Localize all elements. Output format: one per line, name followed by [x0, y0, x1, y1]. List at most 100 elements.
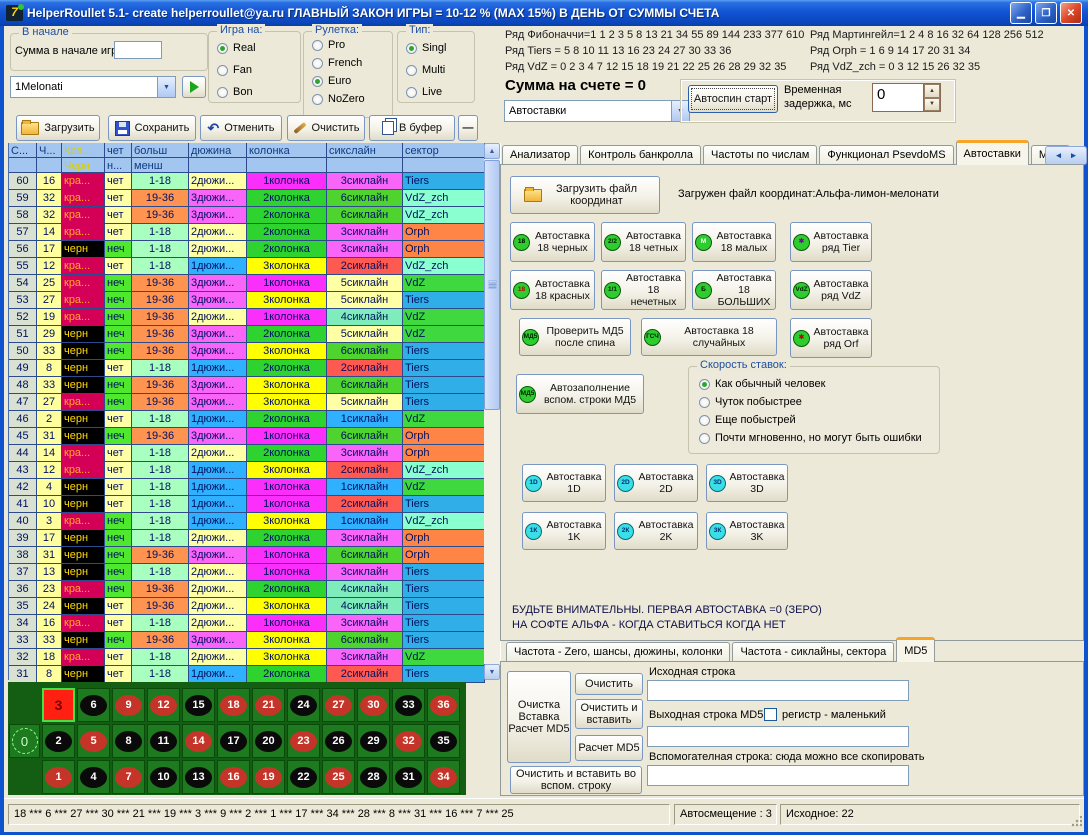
md5-clear-paste-button[interactable]: Очистить и вставить: [575, 699, 643, 729]
board-cell-9[interactable]: 9: [112, 688, 145, 722]
table-row[interactable]: 462чернчет1-181дюжи...2колонка1сиклайнVd…: [9, 411, 485, 428]
b2k-button[interactable]: 2КАвтоставка 2K: [614, 512, 698, 550]
board-cell-28[interactable]: 28: [357, 760, 390, 794]
table-row[interactable]: 5714кра...чет1-182дюжи...2колонка3сиклай…: [9, 224, 485, 241]
column-header[interactable]: [247, 158, 327, 173]
table-row[interactable]: 5219кра...неч19-362дюжи...1колонка4сикла…: [9, 309, 485, 326]
board-cell-26[interactable]: 26: [322, 724, 355, 758]
table-row[interactable]: 5932кра...чет19-363дюжи...2колонка6сикла…: [9, 190, 485, 207]
board-cell-8[interactable]: 8: [112, 724, 145, 758]
btier-button[interactable]: ✱Автоставка ряд Tier: [790, 222, 872, 262]
board-cell-34[interactable]: 34: [427, 760, 460, 794]
column-header[interactable]: сектор: [403, 143, 485, 158]
board-cell-21[interactable]: 21: [252, 688, 285, 722]
b18even-button[interactable]: 2/2Автоставка 18 четных: [601, 222, 686, 262]
table-row[interactable]: 4531черннеч19-363дюжи...1колонка6сиклайн…: [9, 428, 485, 445]
board-cell-25[interactable]: 25: [322, 760, 355, 794]
board-cell-24[interactable]: 24: [287, 688, 320, 722]
table-row[interactable]: 424чернчет1-181дюжи...1колонка1сиклайнVd…: [9, 479, 485, 496]
board-cell-6[interactable]: 6: [77, 688, 110, 722]
table-row[interactable]: 318чернчет1-181дюжи...2колонка2сиклайнTi…: [9, 666, 485, 683]
column-header[interactable]: [37, 158, 62, 173]
md5-clear-button[interactable]: Очистить: [575, 673, 643, 695]
table-row[interactable]: 4110чернчет1-181дюжи...1колонка2сиклайнT…: [9, 496, 485, 513]
b18big-button[interactable]: БАвтоставка 18 БОЛЬШИХ: [692, 270, 776, 310]
radio-euro[interactable]: Euro: [312, 75, 351, 87]
table-row[interactable]: 5129черннеч19-363дюжи...2колонка5сиклайн…: [9, 326, 485, 343]
table-row[interactable]: 5617черннеч1-182дюжи...2колонка3сиклайнO…: [9, 241, 485, 258]
clear-button[interactable]: Очистить: [287, 115, 365, 141]
table-scroll-up[interactable]: ▲: [484, 143, 500, 159]
column-header[interactable]: менш: [132, 158, 189, 173]
save-button[interactable]: Сохранить: [108, 115, 196, 141]
radio-fan[interactable]: Fan: [217, 64, 252, 76]
table-row[interactable]: 3713черннеч1-182дюжи...1колонка3сиклайнT…: [9, 564, 485, 581]
board-cell-30[interactable]: 30: [357, 688, 390, 722]
md5-big-button[interactable]: Очистка Вставка Расчет MD5: [507, 671, 571, 763]
board-cell-33[interactable]: 33: [392, 688, 425, 722]
column-header[interactable]: Кра...: [62, 143, 105, 158]
tab-scroll-right-icon[interactable]: ▸: [1071, 150, 1076, 161]
md5-source-input[interactable]: [647, 680, 909, 701]
table-scroll-down[interactable]: ▼: [484, 664, 500, 680]
table-row[interactable]: 4414кра...чет1-182дюжи...2колонка3сиклай…: [9, 445, 485, 462]
board-cell-17[interactable]: 17: [217, 724, 250, 758]
radio-real[interactable]: Real: [217, 42, 256, 54]
b1k-button[interactable]: 1КАвтоставка 1K: [522, 512, 606, 550]
b2d-button[interactable]: 2DАвтоставка 2D: [614, 464, 698, 502]
radio-еще-побыстрей[interactable]: Еще побыстрей: [699, 414, 796, 426]
board-cell-23[interactable]: 23: [287, 724, 320, 758]
table-row[interactable]: 3333черннеч19-363дюжи...3колонка6сиклайн…: [9, 632, 485, 649]
undo-button[interactable]: ↶ Отменить: [200, 115, 282, 141]
board-cell-22[interactable]: 22: [287, 760, 320, 794]
minus-button[interactable]: —: [458, 115, 478, 141]
copy-to-buffer-button[interactable]: В буфер: [369, 115, 455, 141]
b1d-button[interactable]: 1DАвтоставка 1D: [522, 464, 606, 502]
table-row[interactable]: 403кра...неч1-181дюжи...3колонка1сиклайн…: [9, 513, 485, 530]
chevron-down-icon[interactable]: ▼: [157, 77, 175, 97]
column-header[interactable]: [9, 158, 37, 173]
tab-автоставки[interactable]: Автоставки: [956, 140, 1029, 165]
tab-функционал-psevdoms[interactable]: Функционал PsevdoMS: [819, 145, 953, 165]
spinner-up-icon[interactable]: ▲: [924, 84, 940, 98]
md5-clear-paste-aux-button[interactable]: Очистить и вставить во вспом. строку: [510, 766, 642, 794]
column-header[interactable]: [189, 158, 247, 173]
borf-button[interactable]: ✱Автоставка ряд Orf: [790, 318, 872, 358]
table-row[interactable]: 3623кра...неч19-362дюжи...2колонка4сикла…: [9, 581, 485, 598]
bautofill-button[interactable]: МД5Автозаполнение вспом. строки МД5: [516, 374, 644, 414]
board-cell-27[interactable]: 27: [322, 688, 355, 722]
board-cell-2[interactable]: 2: [42, 724, 75, 758]
column-header[interactable]: больш: [132, 143, 189, 158]
play-button[interactable]: [182, 76, 206, 98]
board-cell-20[interactable]: 20: [252, 724, 285, 758]
column-header[interactable]: Ч...: [37, 143, 62, 158]
md5-calc-button[interactable]: Расчет MD5: [575, 735, 643, 761]
column-header[interactable]: н...: [105, 158, 132, 173]
table-row[interactable]: 3416кра...чет1-182дюжи...1колонка3сиклай…: [9, 615, 485, 632]
board-cell-0[interactable]: 0: [9, 724, 40, 758]
mode-combobox[interactable]: Автоставки ▼: [504, 100, 690, 122]
md5-output-input[interactable]: [647, 726, 909, 747]
delay-spinner[interactable]: 0 ▲▼: [872, 83, 941, 112]
b18rand-button[interactable]: ГСЧАвтоставка 18 случайных: [641, 318, 777, 356]
radio-чуток-побыстрее[interactable]: Чуток побыстрее: [699, 396, 802, 408]
tab-scroll-buttons[interactable]: ◂ ▸: [1045, 146, 1087, 165]
radio-как-обычный-человек[interactable]: Как обычный человек: [699, 378, 825, 390]
board-cell-16[interactable]: 16: [217, 760, 250, 794]
board-cell-3[interactable]: 3: [42, 688, 75, 722]
autospin-start-button[interactable]: Автоспин старт: [688, 85, 778, 113]
column-header[interactable]: [403, 158, 485, 173]
md5-case-checkbox[interactable]: [764, 708, 777, 721]
column-header[interactable]: чет: [105, 143, 132, 158]
table-row[interactable]: 3917черннеч1-182дюжи...2колонка3сиклайнO…: [9, 530, 485, 547]
tab-частоты-по-числам[interactable]: Частоты по числам: [703, 145, 817, 165]
board-cell-13[interactable]: 13: [182, 760, 215, 794]
board-cell-31[interactable]: 31: [392, 760, 425, 794]
load-button[interactable]: Загрузить: [16, 115, 100, 141]
md5-aux-input[interactable]: [647, 765, 909, 786]
bmd5check-button[interactable]: МД5Проверить МД5 после спина: [519, 318, 631, 356]
column-header[interactable]: колонка: [247, 143, 327, 158]
b18odd-button[interactable]: 1/1Автоставка 18 нечетных: [601, 270, 686, 310]
load-coords-file-button[interactable]: Загрузить файл координат: [510, 176, 660, 214]
freq-tab-частота-сиклайны-сектора[interactable]: Частота - сиклайны, сектора: [732, 642, 894, 662]
